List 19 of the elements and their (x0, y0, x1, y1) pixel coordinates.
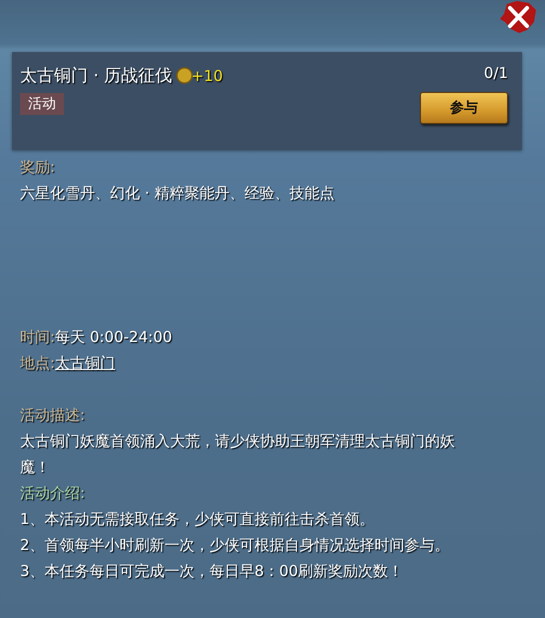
points-reward: +10 (191, 66, 223, 84)
rule-text: 1、本活动无需接取任务，少侠可直接前往击杀首领。 (20, 509, 376, 530)
time-value: 每天 0:00-24:00 (55, 327, 172, 348)
reward-label: 奖励: (20, 157, 56, 178)
rule-text: 2、首领每半小时刷新一次，少侠可根据自身情况选择时间参与。 (20, 535, 451, 556)
progress-count: 0/1 (484, 64, 508, 82)
description-label: 活动描述: (20, 405, 86, 426)
location-label: 地点: (20, 353, 56, 374)
join-button[interactable]: 参与 (420, 92, 508, 124)
rule-text: 3、本任务每日可完成一次，每日早8：00刷新奖励次数！ (20, 561, 404, 582)
task-title: 太古铜门 · 历战征伐 (20, 65, 172, 87)
close-icon[interactable] (499, 0, 537, 34)
time-label: 时间: (20, 327, 56, 348)
location-link[interactable]: 太古铜门 (55, 350, 116, 376)
description-text: 太古铜门妖魔首领涌入大荒，请少侠协助王朝军清理太古铜门的妖魔！ (20, 431, 456, 478)
reward-text: 六星化雪丹、幻化 · 精粹聚能丹、经验、技能点 (20, 183, 336, 204)
introduction-label: 活动介绍: (20, 483, 86, 504)
category-tag: 活动 (20, 93, 64, 115)
coin-icon (176, 67, 194, 84)
